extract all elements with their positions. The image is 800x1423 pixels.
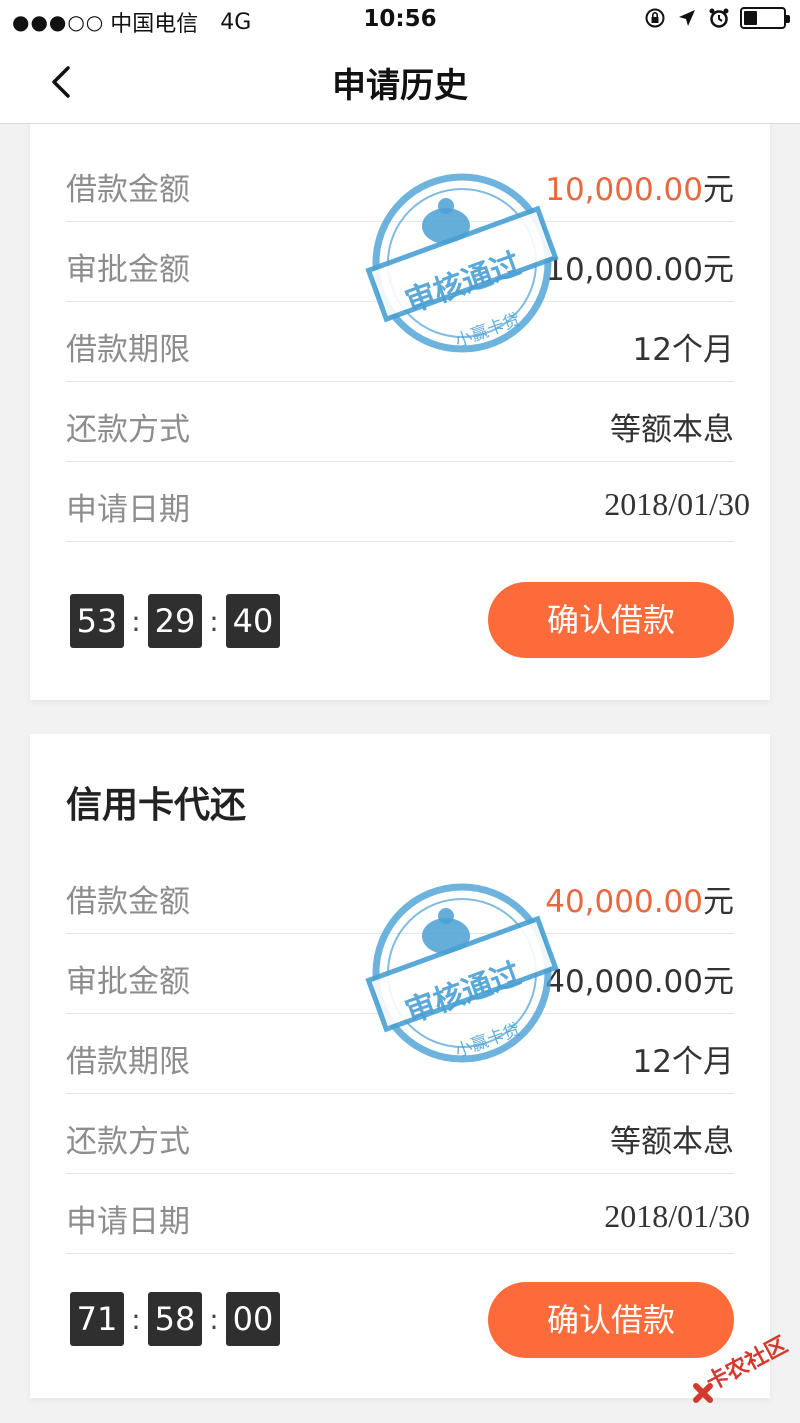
confirm-loan-button[interactable]: 确认借款 — [488, 582, 734, 658]
detail-list: 借款金额 10,000.00元 审批金额 10,000.00元 借款期限 12个… — [66, 142, 750, 542]
detail-row-loan-amount: 借款金额 40,000.00元 — [66, 854, 734, 934]
timer-separator: : — [209, 1302, 219, 1336]
row-value: 2018/01/30 — [604, 1198, 750, 1234]
row-value: 12个月 — [632, 1044, 734, 1080]
detail-row-apply-date: 申请日期 2018/01/30 — [66, 462, 750, 542]
timer-hours: 53 — [70, 594, 124, 648]
timer-seconds: 40 — [226, 594, 280, 648]
row-value: 40,000.00元 — [545, 876, 734, 921]
card-title: 信用卡代还 — [66, 785, 247, 826]
timer-seconds: 00 — [226, 1292, 280, 1346]
currency-suffix: 元 — [703, 884, 734, 920]
row-label: 审批金额 — [66, 252, 190, 288]
row-label: 还款方式 — [66, 1124, 190, 1160]
detail-list: 借款金额 40,000.00元 审批金额 40,000.00元 借款期限 12个… — [66, 854, 750, 1254]
row-label: 借款金额 — [66, 172, 190, 208]
timer-separator: : — [131, 1302, 141, 1336]
loan-amount-value: 40,000.00 — [545, 884, 703, 920]
detail-row-apply-date: 申请日期 2018/01/30 — [66, 1174, 750, 1254]
timer-separator: : — [131, 604, 141, 638]
row-value: 12个月 — [632, 332, 734, 368]
timer-minutes: 29 — [148, 594, 202, 648]
battery-icon — [740, 7, 790, 29]
row-value: 40,000.00元 — [545, 964, 734, 1000]
application-card: 信用卡代还 借款金额 40,000.00元 审批金额 40,000.00元 借款… — [30, 734, 770, 1398]
countdown-timer: 71 : 58 : 00 — [70, 1292, 280, 1346]
location-arrow-icon — [679, 10, 695, 26]
currency-suffix: 元 — [703, 172, 734, 208]
row-label: 申请日期 — [66, 492, 190, 528]
status-bar: ●●●○○ 中国电信 4G 10:56 — [0, 0, 800, 40]
row-label: 借款期限 — [66, 332, 190, 368]
page-title: 申请历史 — [332, 66, 468, 106]
detail-row-repayment-method: 还款方式 等额本息 — [66, 1094, 734, 1174]
countdown-timer: 53 : 29 : 40 — [70, 594, 280, 648]
detail-row-repayment-method: 还款方式 等额本息 — [66, 382, 734, 462]
timer-minutes: 58 — [148, 1292, 202, 1346]
timer-hours: 71 — [70, 1292, 124, 1346]
row-value: 等额本息 — [610, 412, 734, 448]
application-card: 借款金额 10,000.00元 审批金额 10,000.00元 借款期限 12个… — [30, 124, 770, 700]
loan-amount-value: 10,000.00 — [545, 172, 703, 208]
detail-row-term: 借款期限 12个月 — [66, 1014, 734, 1094]
detail-row-approved-amount: 审批金额 10,000.00元 — [66, 222, 734, 302]
detail-row-term: 借款期限 12个月 — [66, 302, 734, 382]
alarm-icon — [709, 8, 729, 28]
timer-separator: : — [209, 604, 219, 638]
battery-level — [744, 11, 758, 25]
row-value: 10,000.00元 — [545, 252, 734, 288]
detail-row-approved-amount: 审批金额 40,000.00元 — [66, 934, 734, 1014]
row-value: 10,000.00元 — [545, 164, 734, 209]
row-value: 2018/01/30 — [604, 486, 750, 522]
row-label: 还款方式 — [66, 412, 190, 448]
row-label: 申请日期 — [66, 1204, 190, 1240]
confirm-loan-button[interactable]: 确认借款 — [488, 1282, 734, 1358]
nav-bar: 申请历史 — [0, 40, 800, 124]
orientation-lock-icon — [645, 8, 665, 28]
row-label: 借款期限 — [66, 1044, 190, 1080]
detail-row-loan-amount: 借款金额 10,000.00元 — [66, 142, 734, 222]
row-label: 借款金额 — [66, 884, 190, 920]
row-label: 审批金额 — [66, 964, 190, 1000]
row-value: 等额本息 — [610, 1124, 734, 1160]
